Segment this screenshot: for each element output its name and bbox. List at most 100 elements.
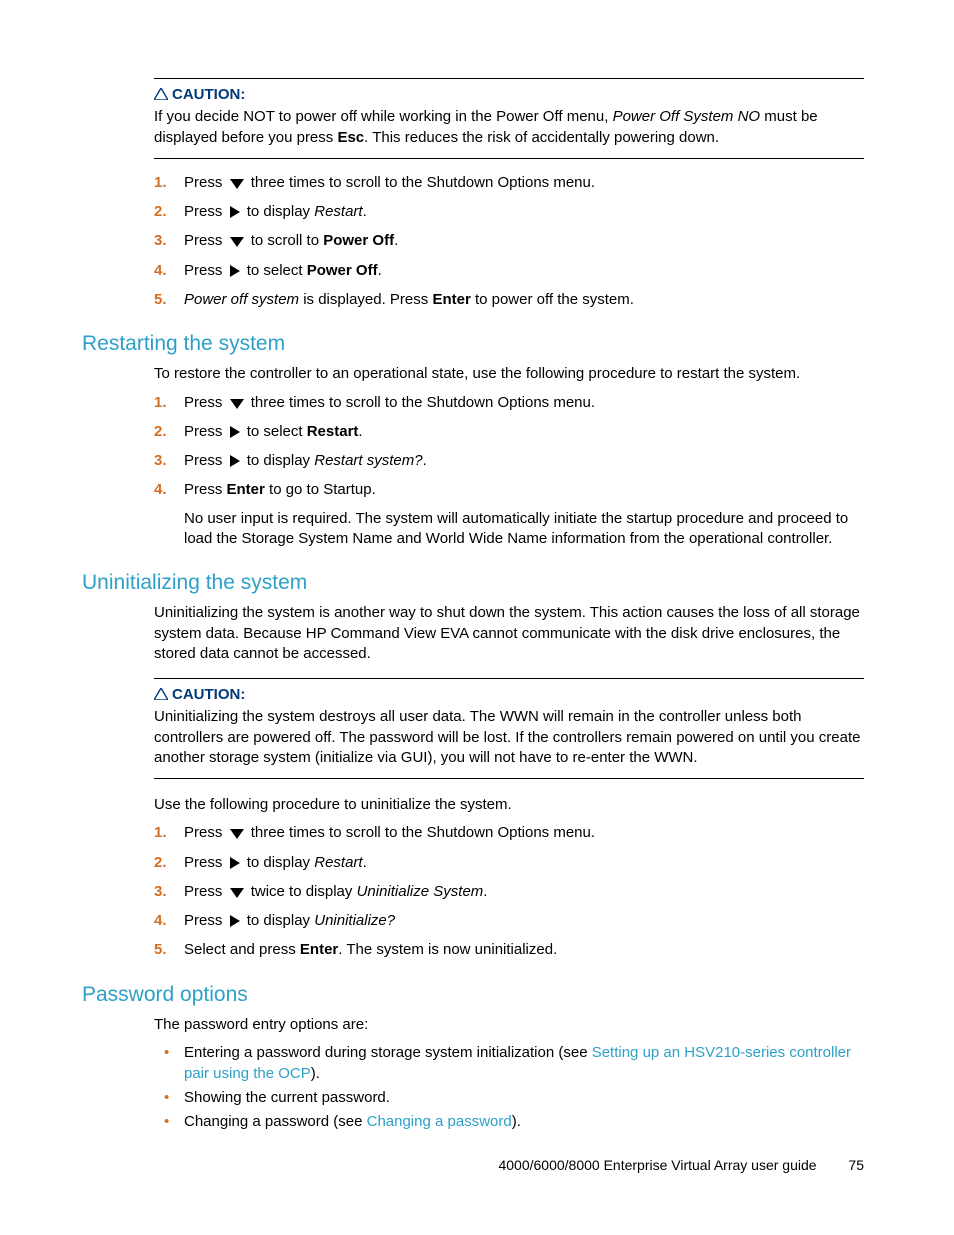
page-number: 75 — [848, 1157, 864, 1173]
step-content: Press to display Restart system?. — [184, 451, 864, 474]
step-text: . — [483, 883, 487, 900]
caution-body: If you decide NOT to power off while wor… — [154, 107, 864, 148]
caution-em: Power Off System NO — [613, 108, 761, 125]
section-restart-body: To restore the controller to an operatio… — [154, 364, 864, 549]
step-text: . — [358, 423, 362, 440]
step-content: Press to scroll to Power Off. — [184, 231, 864, 254]
step-number: 1. — [154, 393, 184, 413]
section-heading-uninit: Uninitializing the system — [82, 569, 864, 597]
uninit-intro: Uninitializing the system is another way… — [154, 603, 864, 664]
step-item: 5.Select and press Enter. The system is … — [154, 940, 864, 960]
step-number: 5. — [154, 290, 184, 310]
list-item: Changing a password (see Changing a pass… — [154, 1112, 864, 1132]
footer-title: 4000/6000/8000 Enterprise Virtual Array … — [498, 1157, 816, 1173]
step-item: 1.Press three times to scroll to the Shu… — [154, 173, 864, 196]
bullet-text: Entering a password during storage syste… — [184, 1044, 592, 1061]
step-bold: Enter — [432, 291, 470, 308]
restart-intro: To restore the controller to an operatio… — [154, 364, 864, 384]
bullet-text: Changing a password (see — [184, 1113, 367, 1130]
step-bold: Enter — [300, 941, 338, 958]
arrow-right-icon — [229, 205, 241, 225]
step-text: . The system is now uninitialized. — [338, 941, 557, 958]
step-item: 5.Power off system is displayed. Press E… — [154, 290, 864, 310]
step-text: . — [363, 203, 367, 220]
bullet-text: Showing the current password. — [184, 1089, 390, 1106]
step-item: 4.Press Enter to go to Startup. — [154, 480, 864, 500]
step-number: 4. — [154, 480, 184, 500]
step-number: 3. — [154, 231, 184, 251]
step-text: Press — [184, 423, 227, 440]
step-text: Press — [184, 883, 227, 900]
link[interactable]: Changing a password — [367, 1113, 512, 1130]
step-item: 2.Press to display Restart. — [154, 202, 864, 225]
step-item: 4.Press to display Uninitialize? — [154, 911, 864, 934]
step-text: Select — [184, 941, 230, 958]
caution-box: CAUTION: If you decide NOT to power off … — [154, 78, 864, 159]
caution-header: CAUTION: — [154, 85, 864, 105]
step-item: 4.Press to select Power Off. — [154, 261, 864, 284]
step-number: 2. — [154, 853, 184, 873]
step-text: to power off the system. — [471, 291, 634, 308]
steps-list-1: 1.Press three times to scroll to the Shu… — [154, 173, 864, 310]
step-content: Press to display Restart. — [184, 202, 864, 225]
step-text: to display — [247, 203, 315, 220]
steps-list-restart: 1.Press three times to scroll to the Shu… — [154, 393, 864, 501]
step-text: Press — [184, 174, 227, 191]
step-item: 1.Press three times to scroll to the Shu… — [154, 823, 864, 846]
arrow-right-icon — [229, 425, 241, 445]
step-text: Press — [184, 232, 227, 249]
page-footer: 4000/6000/8000 Enterprise Virtual Array … — [498, 1156, 864, 1175]
bullet-text: ). — [512, 1113, 521, 1130]
list-item: Showing the current password. — [154, 1088, 864, 1108]
caution-box: CAUTION: Uninitializing the system destr… — [154, 678, 864, 779]
document-page: CAUTION: If you decide NOT to power off … — [0, 0, 954, 1235]
step-text: Press — [184, 481, 227, 498]
step-content: Press twice to display Uninitialize Syst… — [184, 882, 864, 905]
step-text: to select — [247, 423, 307, 440]
step-content: Press to select Restart. — [184, 422, 864, 445]
uninit-intro2: Use the following procedure to uninitial… — [154, 795, 864, 815]
arrow-right-icon — [229, 914, 241, 934]
step-text: . — [363, 854, 367, 871]
arrow-down-icon — [229, 826, 245, 846]
step-text: Press — [184, 394, 227, 411]
section-heading-restart: Restarting the system — [82, 330, 864, 358]
step-em: Power off system — [184, 291, 299, 308]
step-content: Press three times to scroll to the Shutd… — [184, 823, 864, 846]
caution-label: CAUTION: — [172, 86, 245, 103]
step-content: Press to select Power Off. — [184, 261, 864, 284]
step-text: Press — [184, 262, 227, 279]
step-em: Restart — [314, 854, 362, 871]
step-number: 2. — [154, 422, 184, 442]
step-text: and press — [230, 941, 300, 958]
step-number: 4. — [154, 911, 184, 931]
list-item: Entering a password during storage syste… — [154, 1043, 864, 1084]
restart-note: No user input is required. The system wi… — [184, 509, 864, 550]
step-bold: Restart — [307, 423, 359, 440]
step-content: Press three times to scroll to the Shutd… — [184, 173, 864, 196]
step-em: Uninitialize System — [357, 883, 484, 900]
caution-block-1: CAUTION: If you decide NOT to power off … — [154, 78, 864, 310]
caution-label: CAUTION: — [172, 686, 245, 703]
step-em: Restart system? — [314, 452, 422, 469]
step-number: 3. — [154, 882, 184, 902]
step-number: 1. — [154, 173, 184, 193]
steps-list-uninit: 1.Press three times to scroll to the Shu… — [154, 823, 864, 960]
pwd-intro: The password entry options are: — [154, 1015, 864, 1035]
step-item: 2.Press to select Restart. — [154, 422, 864, 445]
bullet-text: ). — [311, 1065, 320, 1082]
step-number: 5. — [154, 940, 184, 960]
step-number: 3. — [154, 451, 184, 471]
step-bold: Power Off — [307, 262, 378, 279]
step-number: 1. — [154, 823, 184, 843]
step-text: Press — [184, 824, 227, 841]
step-bold: Enter — [227, 481, 265, 498]
section-uninit-body: Uninitializing the system is another way… — [154, 603, 864, 960]
step-text: to go to Startup. — [265, 481, 376, 498]
step-text: . — [423, 452, 427, 469]
step-text: to display — [247, 912, 315, 929]
step-em: Uninitialize? — [314, 912, 395, 929]
step-em: Restart — [314, 203, 362, 220]
step-number: 4. — [154, 261, 184, 281]
arrow-right-icon — [229, 264, 241, 284]
